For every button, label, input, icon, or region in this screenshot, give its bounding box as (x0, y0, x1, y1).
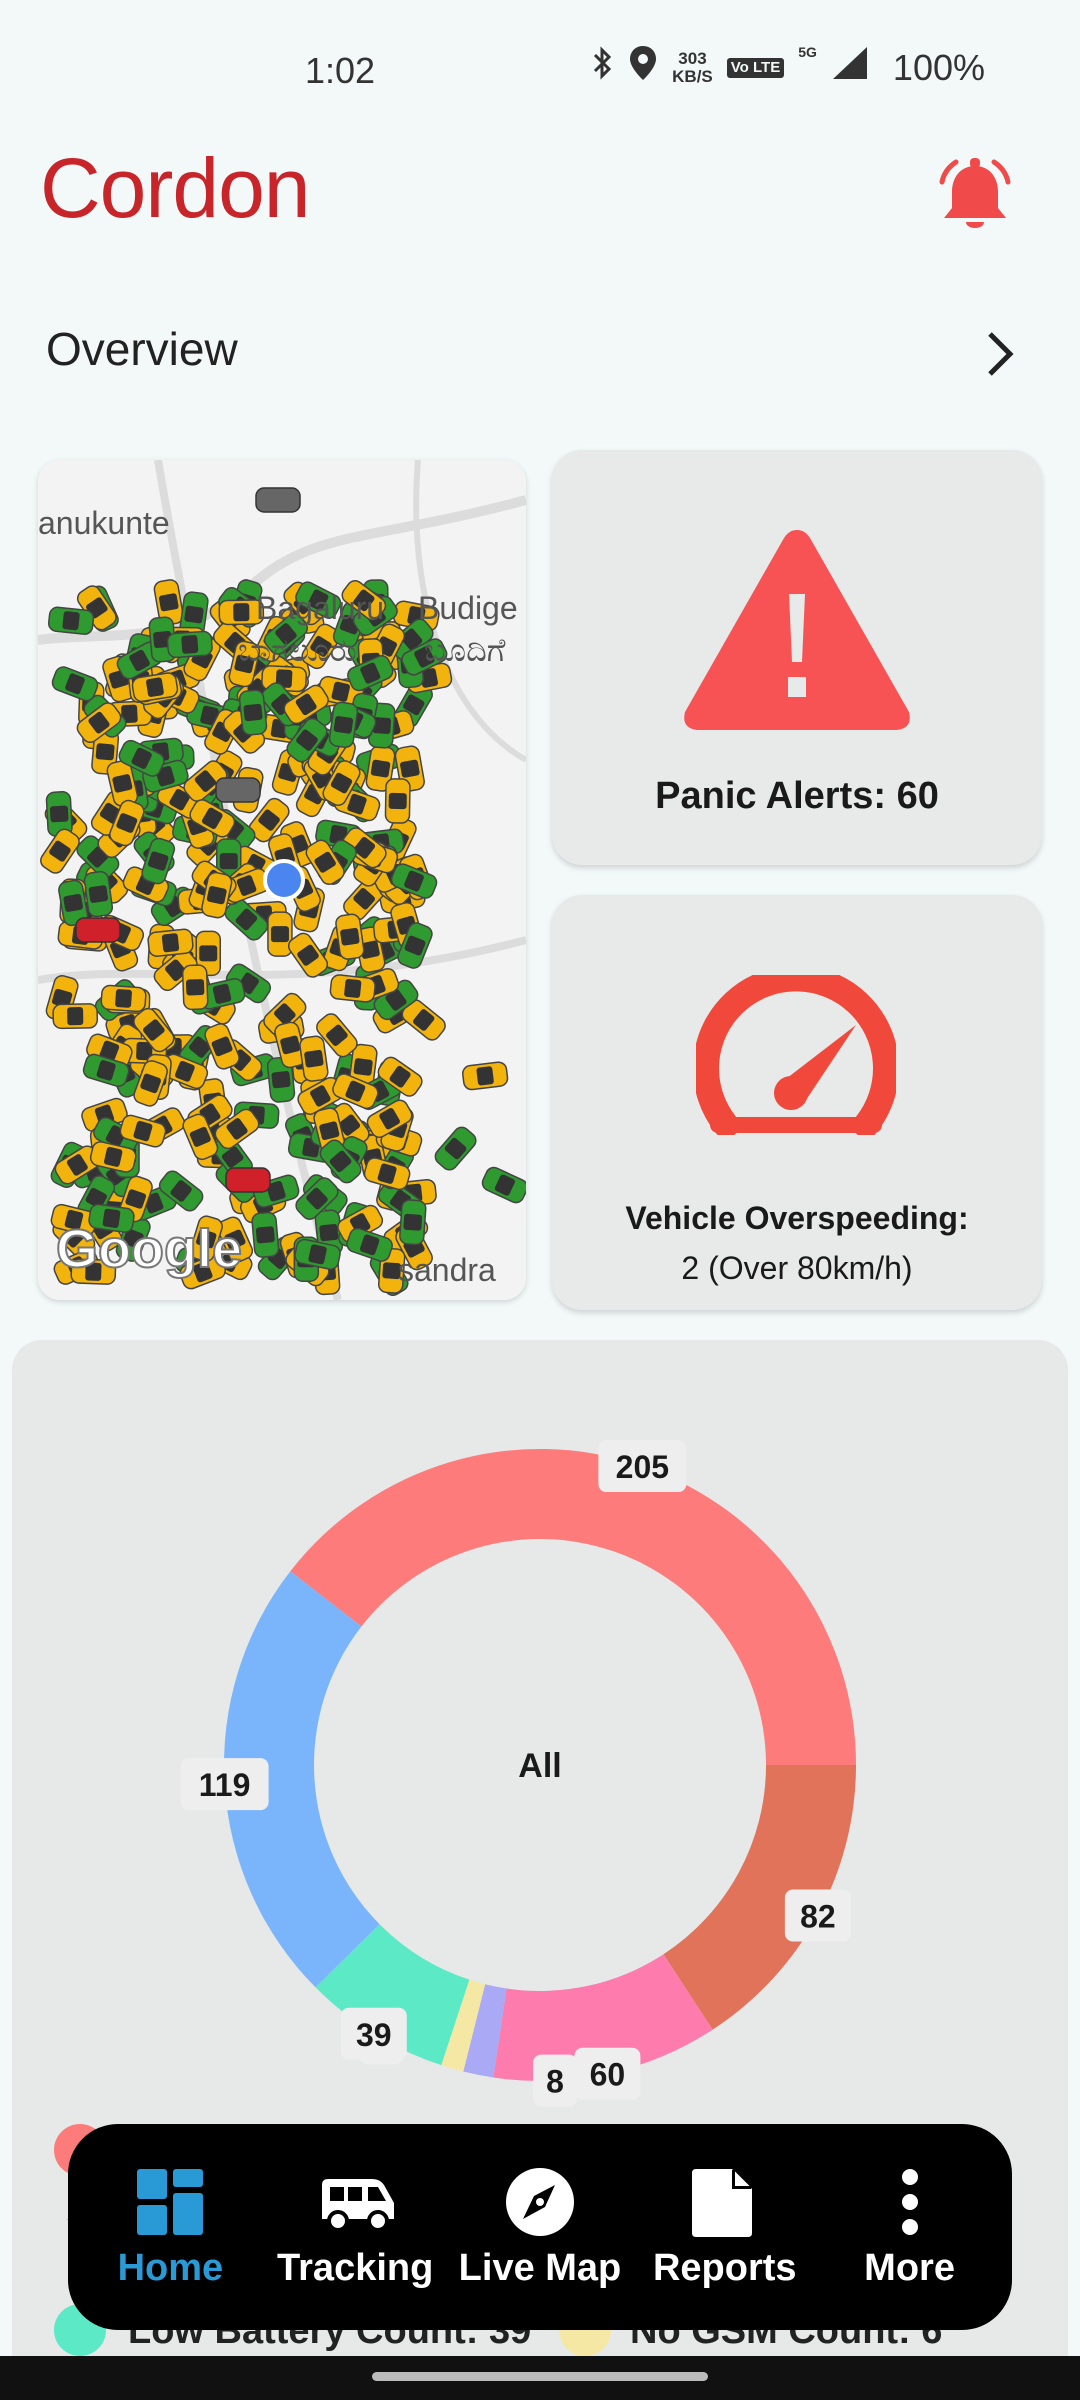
home-gesture-pill[interactable] (372, 2372, 708, 2381)
map-label: Budige (418, 590, 518, 626)
svg-text:60: 60 (590, 2057, 626, 2093)
vehicle-marker (335, 913, 365, 960)
location-icon (628, 44, 658, 91)
grid-icon (133, 2165, 207, 2239)
battery-level: 100% (892, 46, 985, 88)
van-icon (318, 2165, 395, 2239)
vehicle-marker (225, 1167, 271, 1193)
app-header: Cordon (0, 140, 1080, 260)
mini-map[interactable]: anukunte ಬಾಗಲೂರು Bagaluru Budige ಬೂದಿಗೆ … (38, 460, 526, 1300)
bottom-nav: Home Tracking Live Map Reports More (68, 2124, 1012, 2330)
nav-reports[interactable]: Reports (635, 2165, 815, 2290)
speedometer-icon (693, 965, 899, 1140)
nav-label: Live Map (458, 2246, 622, 2289)
status-bar: 1:02 303 KB/S Vo LTE 5G 100% (0, 0, 1080, 140)
volte-badge: Vo LTE (726, 57, 785, 78)
google-logo: Google (55, 1218, 243, 1280)
vehicle-marker (100, 984, 147, 1013)
svg-text:82: 82 (800, 1898, 836, 1934)
network-speed: 303 KB/S (672, 48, 713, 86)
map-label: Bagaluru (256, 590, 385, 626)
vehicle-marker (462, 1061, 509, 1091)
panic-alerts-label: Panic Alerts: 60 (655, 775, 939, 817)
overspeeding-detail: 2 (Over 80km/h) (681, 1250, 913, 1286)
network-type: 5G (798, 44, 817, 60)
nav-label: Home (117, 2246, 224, 2289)
vehicle-marker (147, 928, 194, 957)
nav-home[interactable]: Home (80, 2165, 260, 2290)
vehicle-marker (181, 964, 209, 1011)
vehicle-marker (215, 777, 261, 803)
chevron-right-icon[interactable] (970, 324, 1030, 384)
donut-value-label: 60 (574, 2047, 641, 2100)
overspeeding-card[interactable]: Vehicle Overspeeding: 2 (Over 80km/h) (552, 895, 1042, 1310)
vehicle-marker (251, 1211, 280, 1258)
vehicle-marker (47, 606, 95, 635)
signal-icon (831, 45, 869, 90)
nav-more[interactable]: More (820, 2165, 1000, 2290)
app-logo: Cordon (40, 141, 311, 235)
svg-text:8: 8 (546, 2064, 564, 2100)
vehicle-marker (329, 974, 376, 1003)
vehicle-marker (83, 870, 114, 918)
vehicle-marker (52, 1003, 99, 1030)
vehicle-marker (238, 689, 268, 736)
map-label-kn: ಬೂದಿಗೆ (424, 632, 506, 668)
status-time: 1:02 (305, 50, 376, 91)
svg-text:205: 205 (616, 1449, 669, 1485)
status-icons: 303 KB/S Vo LTE 5G 100% (592, 44, 985, 91)
vehicle-marker (384, 778, 411, 824)
nav-label: Tracking (277, 2246, 434, 2289)
svg-text:39: 39 (356, 2017, 392, 2053)
vehicle-marker (166, 630, 213, 659)
system-gesture-area (0, 2356, 1080, 2400)
vehicle-marker (399, 1199, 427, 1246)
donut-value-label: 205 (598, 1440, 687, 1493)
vehicle-marker (255, 487, 301, 513)
more-vertical-icon (873, 2165, 947, 2239)
svg-text:119: 119 (199, 1767, 251, 1803)
donut-center-label: All (518, 1747, 561, 1785)
overspeeding-label: Vehicle Overspeeding: (625, 1200, 969, 1236)
map-canvas (38, 460, 526, 1300)
nav-label: More (864, 2246, 955, 2289)
donut-slice[interactable] (290, 1449, 856, 1765)
overview-row[interactable]: Overview (0, 300, 1080, 400)
vehicle-marker (75, 917, 121, 943)
donut-value-label: 8 (533, 2054, 578, 2107)
nav-tracking[interactable]: Tracking (265, 2165, 445, 2290)
donut-value-label: 119 (180, 1758, 269, 1811)
vehicle-marker (328, 701, 359, 749)
map-label-kn: ಬಾಗಲೂರು (238, 632, 357, 668)
overview-title: Overview (46, 323, 238, 375)
donut-value-label: 82 (784, 1889, 851, 1942)
vehicle-marker (267, 911, 293, 957)
bluetooth-icon (592, 45, 614, 90)
donut-value-label: 39 (340, 2007, 407, 2060)
document-icon (688, 2165, 762, 2239)
panic-alerts-card[interactable]: Panic Alerts: 60 (552, 450, 1042, 865)
warning-triangle-icon (677, 522, 917, 742)
map-label: anukunte (38, 505, 170, 541)
nav-label: Reports (652, 2246, 797, 2289)
nav-live-map[interactable]: Live Map (450, 2165, 630, 2290)
map-label: sandra (398, 1252, 496, 1288)
vehicle-marker (299, 1035, 329, 1082)
bell-icon[interactable] (930, 152, 1020, 242)
compass-icon (503, 2165, 577, 2239)
